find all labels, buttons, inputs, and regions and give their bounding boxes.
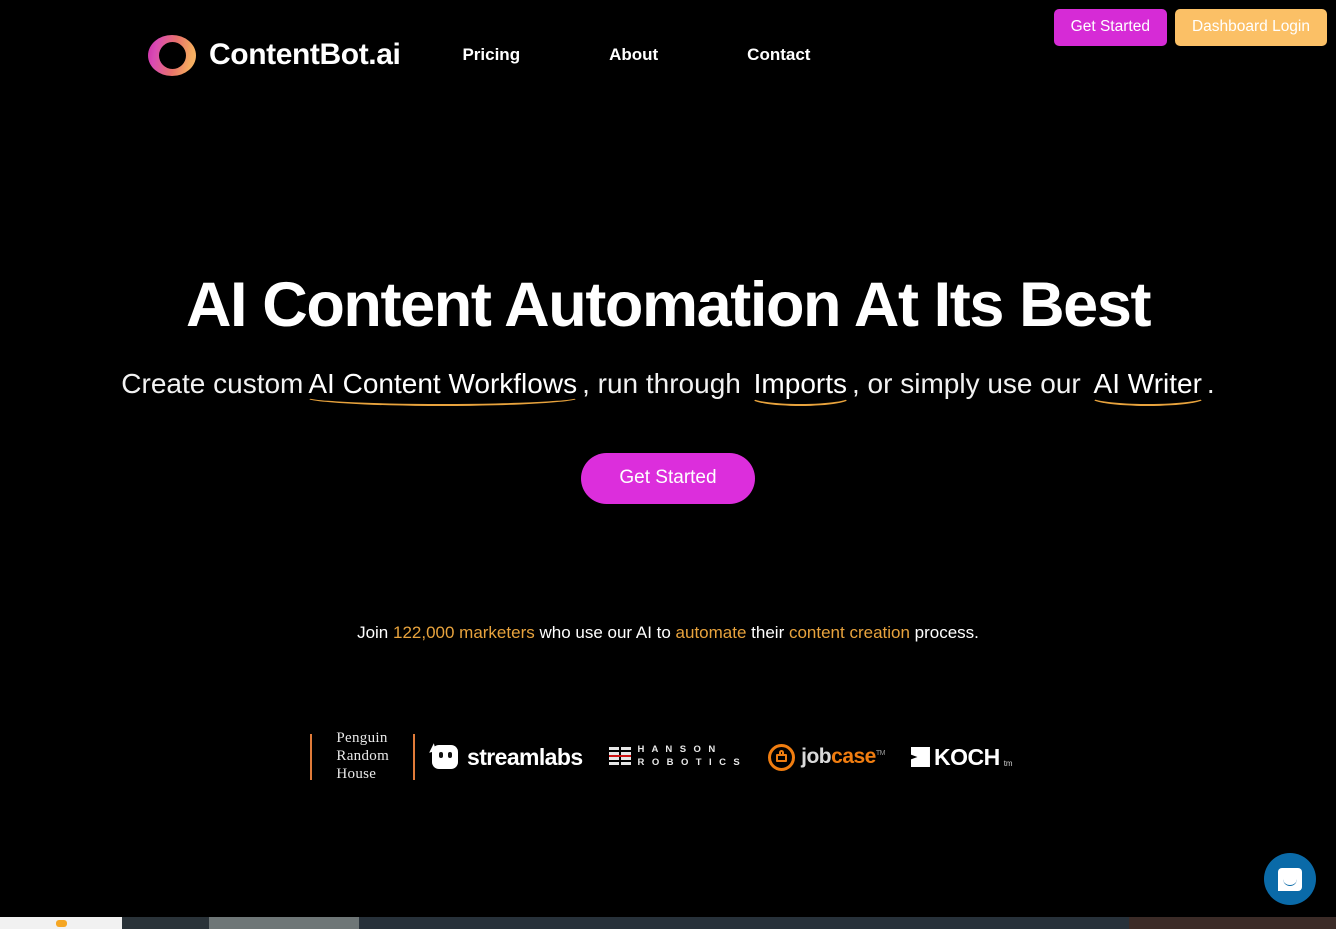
chat-launcher-button[interactable] — [1264, 853, 1316, 905]
hero-cta-wrapper: Get Started — [0, 453, 1336, 504]
jobcase-briefcase-icon — [768, 743, 796, 771]
prh-line-3: House — [336, 765, 377, 782]
jobcase-word-case: case — [831, 745, 876, 768]
hero-sub-part1: Create custom — [121, 368, 304, 399]
logo-streamlabs: streamlabs — [415, 728, 595, 786]
social-proof-middle2: their — [746, 623, 789, 642]
dashboard-login-button[interactable]: Dashboard Login — [1174, 9, 1327, 46]
hanson-stripe-col-left — [608, 747, 619, 767]
hero-subtitle: Create custom AI Content Workflows, run t… — [0, 367, 1336, 401]
hero-highlight-imports[interactable]: Imports — [749, 368, 852, 401]
streamlabs-box — [432, 745, 459, 769]
hero-highlight-workflows[interactable]: AI Content Workflows — [303, 368, 582, 401]
os-active-tab[interactable] — [0, 917, 122, 929]
koch-wordmark: KOCH — [933, 743, 1000, 770]
streamlabs-icon — [427, 743, 459, 771]
nav-item-contact[interactable]: Contact — [747, 37, 810, 73]
prh-line-2: Random — [336, 748, 390, 765]
hanson-line-2: R O B O T I C S — [637, 757, 743, 768]
os-segment-2[interactable] — [209, 917, 359, 929]
social-proof-text: Join 122,000 marketers who use our AI to… — [0, 623, 1336, 643]
streamlabs-eye-right — [448, 752, 453, 758]
nav-item-about[interactable]: About — [609, 37, 658, 73]
ring-hole — [158, 41, 186, 69]
jobcase-handle — [779, 749, 785, 754]
koch-tm: tm — [1003, 758, 1013, 768]
logo-hanson-robotics: H A N S O N R O B O T I C S — [596, 728, 756, 786]
logo-koch: KOCH tm — [898, 728, 1026, 786]
hero-highlight-ai-writer[interactable]: AI Writer — [1089, 368, 1207, 401]
jobcase-bag — [776, 753, 788, 762]
contentbot-ring-icon — [148, 34, 196, 76]
client-logo-strip: Penguin Random House streamlabs H A N S … — [0, 728, 1336, 786]
streamlabs-eye-left — [439, 752, 444, 758]
chat-smile — [1283, 879, 1297, 886]
social-proof-middle: who use our AI to — [534, 623, 676, 642]
jobcase-tm: TM — [875, 750, 886, 757]
hanson-red-line — [608, 755, 631, 757]
main-nav: Pricing About Contact — [462, 37, 810, 73]
hanson-line-1: H A N S O N — [637, 744, 718, 756]
os-segment-1[interactable] — [122, 917, 209, 929]
jobcase-word-job: job — [801, 745, 832, 768]
os-tab-favicon — [55, 920, 67, 927]
koch-chevron-icon — [910, 747, 930, 767]
streamlabs-wordmark: streamlabs — [467, 743, 583, 770]
os-segment-4[interactable] — [1129, 917, 1336, 929]
hanson-robotics-icon — [608, 747, 631, 767]
hero-sub-part2: , run through — [582, 368, 749, 399]
social-proof-action: automate — [675, 623, 747, 642]
logo-penguin-random-house: Penguin Random House — [312, 728, 413, 786]
prh-line-1: Penguin — [336, 730, 388, 747]
social-proof-count: 122,000 marketers — [392, 623, 535, 642]
brand-logo-link[interactable]: ContentBot.ai — [148, 34, 401, 76]
get-started-header-button[interactable]: Get Started — [1053, 9, 1167, 46]
os-taskbar-strip — [0, 917, 1336, 929]
auth-button-group: Get Started Dashboard Login — [1053, 9, 1327, 46]
hero-sub-part3: , or simply use our — [852, 368, 1089, 399]
hero-get-started-button[interactable]: Get Started — [581, 453, 755, 504]
social-proof-subject: content creation — [788, 623, 910, 642]
brand-name: ContentBot.ai — [209, 38, 401, 71]
social-proof-prefix: Join — [357, 623, 393, 642]
social-proof-suffix: process. — [909, 623, 979, 642]
logo-jobcase: jobcaseTM — [755, 728, 898, 786]
chat-bubble-icon — [1278, 867, 1302, 891]
nav-item-pricing[interactable]: Pricing — [462, 37, 520, 73]
hero-sub-part4: . — [1206, 368, 1215, 399]
hero-title: AI Content Automation At Its Best — [185, 270, 1151, 340]
os-segment-3[interactable] — [359, 917, 1129, 929]
hanson-stripe-col-right — [620, 747, 631, 767]
